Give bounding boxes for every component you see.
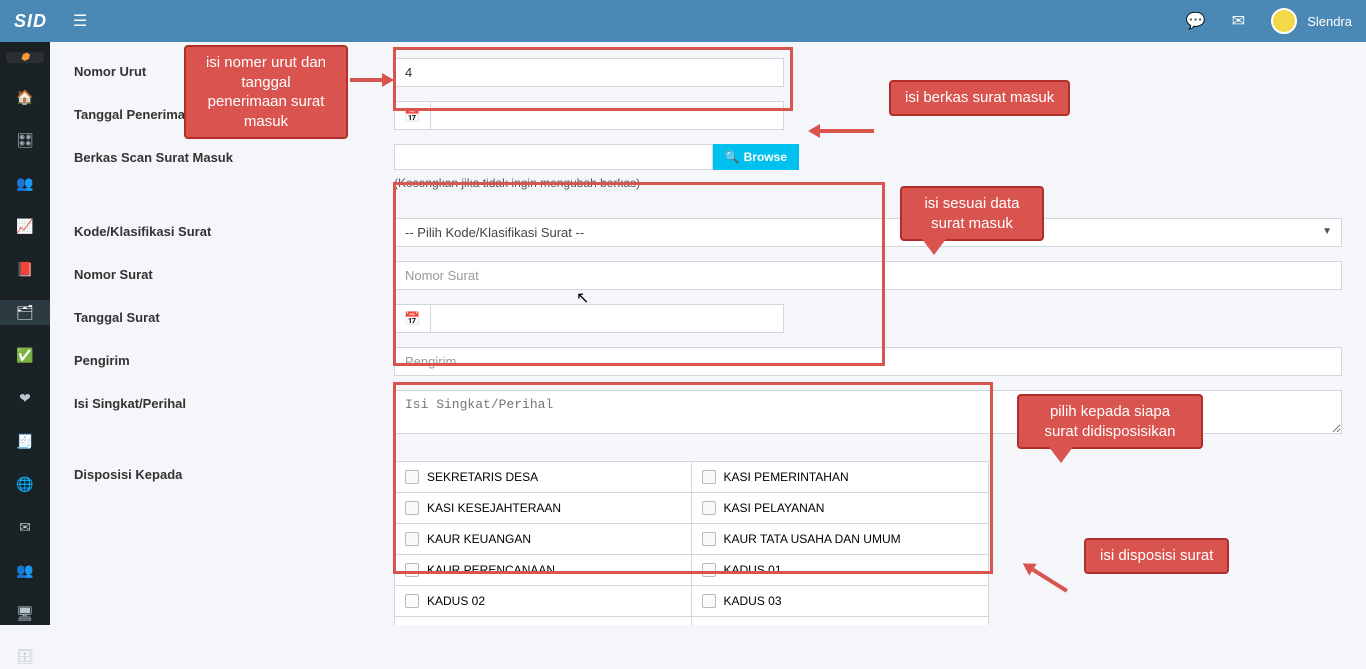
dispo-option[interactable]: KAUR PERENCANAAN xyxy=(395,555,692,586)
sidebar-item-mail[interactable]: 🗂 xyxy=(0,300,50,325)
checkbox[interactable] xyxy=(405,532,419,546)
label-kode-klasifikasi: Kode/Klasifikasi Surat xyxy=(74,218,394,239)
input-tanggal-surat[interactable] xyxy=(430,304,784,333)
browse-button[interactable]: 🔍 Browse xyxy=(713,144,799,170)
checkbox[interactable] xyxy=(702,470,716,484)
label-pengirim: Pengirim xyxy=(74,347,394,368)
mouse-cursor-icon: ↖ xyxy=(576,288,589,308)
dispo-label: KASI KESEJAHTERAAN xyxy=(427,501,561,515)
dispo-option[interactable]: KASI KESEJAHTERAAN xyxy=(395,493,692,524)
dispo-option[interactable]: KADUS 01 xyxy=(692,555,989,586)
sidebar-item-drawer[interactable]: 🗄 xyxy=(0,644,50,669)
checkbox[interactable] xyxy=(405,594,419,608)
left-sidebar: ⬢ 🏠 🎛 👥 📈 📕 🗂 ✅ ❤ 🧾 🌐 ✉ 👥 🖥 🗄 xyxy=(0,42,50,625)
hint-berkas: (Kosongkan jika tidak ingin mengubah ber… xyxy=(394,176,1342,190)
checkbox[interactable] xyxy=(702,532,716,546)
annotation-callout-3: isi sesuai data surat masuk xyxy=(900,186,1044,241)
dispo-label: KAUR TATA USAHA DAN UMUM xyxy=(724,532,901,546)
annotation-callout-5: isi disposisi surat xyxy=(1084,538,1229,574)
dispo-label: SEKRETARIS DESA xyxy=(427,470,538,484)
sidebar-logo[interactable]: ⬢ xyxy=(6,52,44,63)
label-tanggal-surat: Tanggal Surat xyxy=(74,304,394,325)
checkbox[interactable] xyxy=(405,470,419,484)
sidebar-item-group[interactable]: 👥 xyxy=(0,558,50,583)
sidebar-item-check[interactable]: ✅ xyxy=(0,343,50,368)
dispo-option[interactable]: KADUS 03 xyxy=(692,586,989,617)
dispo-label: KADUS 02 xyxy=(427,594,485,608)
checkbox[interactable] xyxy=(405,501,419,515)
annotation-callout-1: isi nomer urut dan tanggal penerimaan su… xyxy=(184,45,348,139)
dispo-option[interactable]: KADUS 04 xyxy=(395,617,692,625)
dispo-option[interactable]: KASI PEMERINTAHAN xyxy=(692,462,989,493)
dispo-label: KAUR KEUANGAN xyxy=(427,532,531,546)
label-isi-singkat: Isi Singkat/Perihal xyxy=(74,390,394,411)
top-navbar: SID ☰ 💬 ✉ Slendra xyxy=(0,0,1366,42)
label-disposisi-kepada: Disposisi Kepada xyxy=(74,461,394,482)
select-kode-klasifikasi[interactable]: -- Pilih Kode/Klasifikasi Surat -- xyxy=(394,218,1342,247)
dispo-option[interactable]: KADUS 05 xyxy=(692,617,989,625)
dispo-label: KASI PEMERINTAHAN xyxy=(724,470,849,484)
dispo-option[interactable]: KAUR KEUANGAN xyxy=(395,524,692,555)
label-nomor-surat: Nomor Surat xyxy=(74,261,394,282)
input-berkas-scan[interactable] xyxy=(394,144,713,170)
dispo-label: KAUR PERENCANAAN xyxy=(427,563,555,577)
row-kode-klasifikasi: Kode/Klasifikasi Surat -- Pilih Kode/Kla… xyxy=(74,218,1342,247)
input-tanggal-penerimaan[interactable] xyxy=(430,101,784,130)
nav-right: 💬 ✉ Slendra xyxy=(1186,8,1352,34)
input-nomor-urut[interactable] xyxy=(394,58,784,87)
dispo-option[interactable]: KADUS 02 xyxy=(395,586,692,617)
input-nomor-surat[interactable] xyxy=(394,261,1342,290)
sidebar-item-envelope[interactable]: ✉ xyxy=(0,515,50,540)
browse-button-label: Browse xyxy=(744,150,787,164)
sidebar-toggle-icon[interactable]: ☰ xyxy=(73,11,87,31)
disposisi-grid: SEKRETARIS DESA KASI PEMERINTAHAN KASI K… xyxy=(394,461,989,625)
sidebar-item-home[interactable]: 🏠 xyxy=(0,85,50,110)
checkbox[interactable] xyxy=(702,594,716,608)
brand-logo[interactable]: SID xyxy=(14,11,47,32)
checkbox[interactable] xyxy=(405,563,419,577)
sidebar-item-form[interactable]: 🧾 xyxy=(0,429,50,454)
row-nomor-surat: Nomor Surat xyxy=(74,261,1342,290)
dispo-option[interactable]: SEKRETARIS DESA xyxy=(395,462,692,493)
username-label: Slendra xyxy=(1307,14,1352,29)
sidebar-item-users[interactable]: 👥 xyxy=(0,171,50,196)
annotation-callout-4: pilih kepada siapa surat didisposisikan xyxy=(1017,394,1203,449)
row-berkas-scan: Berkas Scan Surat Masuk 🔍 Browse (Kosongk… xyxy=(74,144,1342,190)
calendar-icon: 📅 xyxy=(394,101,430,130)
calendar-icon: 📅 xyxy=(394,304,430,333)
mail-icon[interactable]: ✉ xyxy=(1232,11,1245,31)
chat-icon[interactable]: 💬 xyxy=(1186,11,1206,31)
sidebar-item-desktop[interactable]: 🖥 xyxy=(0,601,50,626)
dispo-option[interactable]: KASI PELAYANAN xyxy=(692,493,989,524)
search-icon: 🔍 xyxy=(725,150,740,164)
sidebar-item-heart[interactable]: ❤ xyxy=(0,386,50,411)
row-pengirim: Pengirim xyxy=(74,347,1342,376)
dispo-label: KADUS 03 xyxy=(724,594,782,608)
sidebar-item-stats[interactable]: 📈 xyxy=(0,214,50,239)
avatar xyxy=(1271,8,1297,34)
row-tanggal-surat: Tanggal Surat 📅 xyxy=(74,304,1342,333)
label-berkas-scan: Berkas Scan Surat Masuk xyxy=(74,144,394,165)
sidebar-item-globe[interactable]: 🌐 xyxy=(0,472,50,497)
dispo-option[interactable]: KAUR TATA USAHA DAN UMUM xyxy=(692,524,989,555)
input-pengirim[interactable] xyxy=(394,347,1342,376)
dispo-label: KASI PELAYANAN xyxy=(724,501,825,515)
dispo-label: KADUS 01 xyxy=(724,563,782,577)
user-menu[interactable]: Slendra xyxy=(1271,8,1352,34)
annotation-callout-2: isi berkas surat masuk xyxy=(889,80,1070,116)
sidebar-item-book[interactable]: 📕 xyxy=(0,257,50,282)
checkbox[interactable] xyxy=(702,501,716,515)
chevron-down-icon: ▼ xyxy=(1322,226,1332,237)
checkbox[interactable] xyxy=(702,563,716,577)
sidebar-item-dashboard[interactable]: 🎛 xyxy=(0,128,50,153)
